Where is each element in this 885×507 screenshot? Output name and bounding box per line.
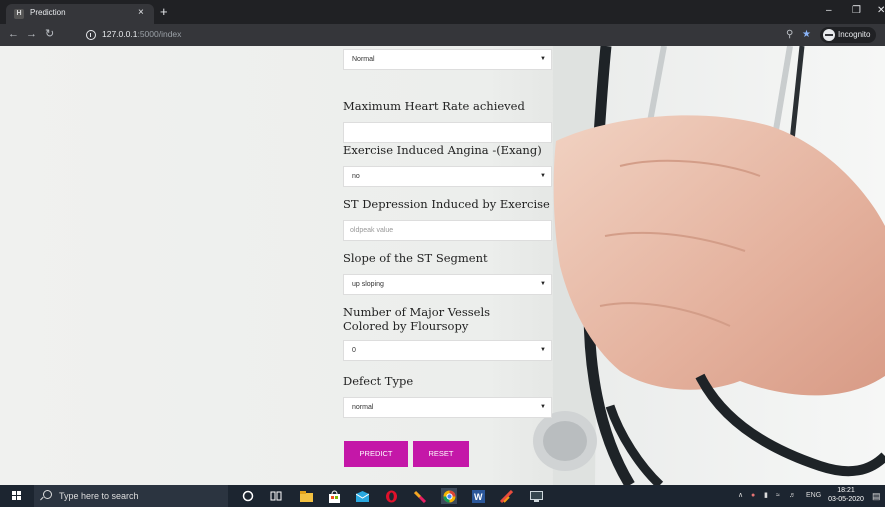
- taskbar-search-box[interactable]: Type here to search: [34, 485, 228, 507]
- reload-icon[interactable]: ↻: [45, 28, 54, 41]
- dropdown-arrow-icon: ▼: [540, 56, 546, 62]
- dropdown-arrow-icon: ▼: [540, 404, 546, 410]
- monitor-icon[interactable]: [528, 488, 544, 504]
- mail-icon[interactable]: [354, 488, 370, 504]
- maximize-icon[interactable]: ❐: [852, 5, 861, 17]
- exang-label: Exercise Induced Angina -(Exang): [343, 143, 542, 157]
- minimize-icon[interactable]: –: [826, 5, 832, 17]
- forward-icon[interactable]: →: [26, 28, 37, 41]
- oldpeak-placeholder: oldpeak value: [350, 227, 394, 234]
- dropdown-arrow-icon: ▼: [540, 347, 546, 353]
- site-info-icon[interactable]: [86, 30, 96, 40]
- paint-icon[interactable]: [412, 488, 428, 504]
- tab-close-icon[interactable]: ×: [138, 7, 144, 19]
- wifi-icon[interactable]: ≈: [776, 491, 780, 501]
- taskbar-search-placeholder: Type here to search: [59, 491, 139, 501]
- exang-select[interactable]: no ▼: [343, 166, 552, 187]
- show-hidden-icons-chevron-icon[interactable]: ∧: [738, 491, 743, 501]
- back-icon[interactable]: ←: [8, 28, 19, 41]
- max-heart-rate-label: Maximum Heart Rate achieved: [343, 99, 525, 113]
- browser-tab[interactable]: H Prediction ×: [6, 4, 154, 24]
- vessels-selected-value: 0: [352, 347, 356, 354]
- address-bar[interactable]: 127.0.0.1:5000/index: [72, 27, 772, 43]
- browser-tab-bar: H Prediction × + – ❐ ✕: [0, 0, 885, 24]
- favicon-icon: H: [14, 9, 24, 19]
- reset-button[interactable]: RESET: [413, 441, 469, 467]
- url-text: 127.0.0.1:5000/index: [102, 29, 181, 39]
- url-path: :5000/index: [137, 29, 182, 39]
- thal-select[interactable]: Normal ▼: [343, 49, 552, 70]
- incognito-icon: [823, 29, 835, 41]
- windows-start-icon[interactable]: [12, 491, 22, 501]
- word-icon[interactable]: W: [470, 488, 486, 504]
- browser-toolbar: ← → ↻ 127.0.0.1:5000/index ⚲ ★ Incognito: [0, 24, 885, 46]
- volume-icon[interactable]: ♬: [789, 491, 796, 501]
- notifications-icon[interactable]: ▤: [872, 491, 881, 501]
- search-icon: [43, 490, 52, 499]
- max-heart-rate-input[interactable]: [343, 122, 552, 143]
- tab-title: Prediction: [30, 8, 66, 17]
- app-icon[interactable]: [498, 488, 514, 504]
- chrome-icon[interactable]: [441, 488, 457, 504]
- dropdown-arrow-icon: ▼: [540, 173, 546, 179]
- store-icon[interactable]: [326, 488, 342, 504]
- svg-text:W: W: [474, 492, 483, 502]
- defect-type-label: Defect Type: [343, 374, 414, 388]
- exang-selected-value: no: [352, 173, 360, 180]
- incognito-badge[interactable]: Incognito: [820, 27, 876, 43]
- page-content: Normal ▼ Maximum Heart Rate achieved Exe…: [0, 46, 885, 485]
- notification-app-icon[interactable]: ●: [751, 491, 755, 501]
- opera-icon[interactable]: [383, 488, 399, 504]
- new-tab-button[interactable]: +: [160, 5, 168, 19]
- slope-label: Slope of the ST Segment: [343, 251, 488, 265]
- oldpeak-input[interactable]: oldpeak value: [343, 220, 552, 241]
- defect-selected-value: normal: [352, 404, 374, 411]
- vessels-label: Number of Major Vessels Colored by Flour…: [343, 305, 491, 333]
- battery-icon[interactable]: ▮: [764, 491, 768, 501]
- file-explorer-icon[interactable]: [298, 488, 314, 504]
- dropdown-arrow-icon: ▼: [540, 281, 546, 287]
- url-host: 127.0.0.1: [102, 29, 138, 39]
- close-window-icon[interactable]: ✕: [877, 5, 885, 17]
- task-view-icon[interactable]: [268, 488, 284, 504]
- taskbar-clock[interactable]: 18:21 03-05-2020: [828, 486, 864, 504]
- clock-time: 18:21: [837, 487, 855, 494]
- thal-selected-value: Normal: [352, 56, 375, 63]
- language-indicator[interactable]: ENG: [806, 491, 821, 501]
- defect-type-select[interactable]: normal ▼: [343, 397, 552, 418]
- bookmark-star-icon[interactable]: ★: [802, 28, 811, 41]
- incognito-label: Incognito: [838, 30, 871, 39]
- clock-date: 03-05-2020: [828, 496, 864, 503]
- windows-taskbar: Type here to search W ∧ ● ▮ ≈ ♬ ENG 18:2…: [0, 485, 885, 507]
- oldpeak-label: ST Depression Induced by Exercise: [343, 197, 550, 211]
- slope-selected-value: up sloping: [352, 281, 384, 288]
- predict-button[interactable]: PREDICT: [344, 441, 408, 467]
- slope-select[interactable]: up sloping ▼: [343, 274, 552, 295]
- zoom-search-icon[interactable]: ⚲: [786, 28, 793, 41]
- cortana-icon[interactable]: [240, 488, 256, 504]
- vessels-select[interactable]: 0 ▼: [343, 340, 552, 361]
